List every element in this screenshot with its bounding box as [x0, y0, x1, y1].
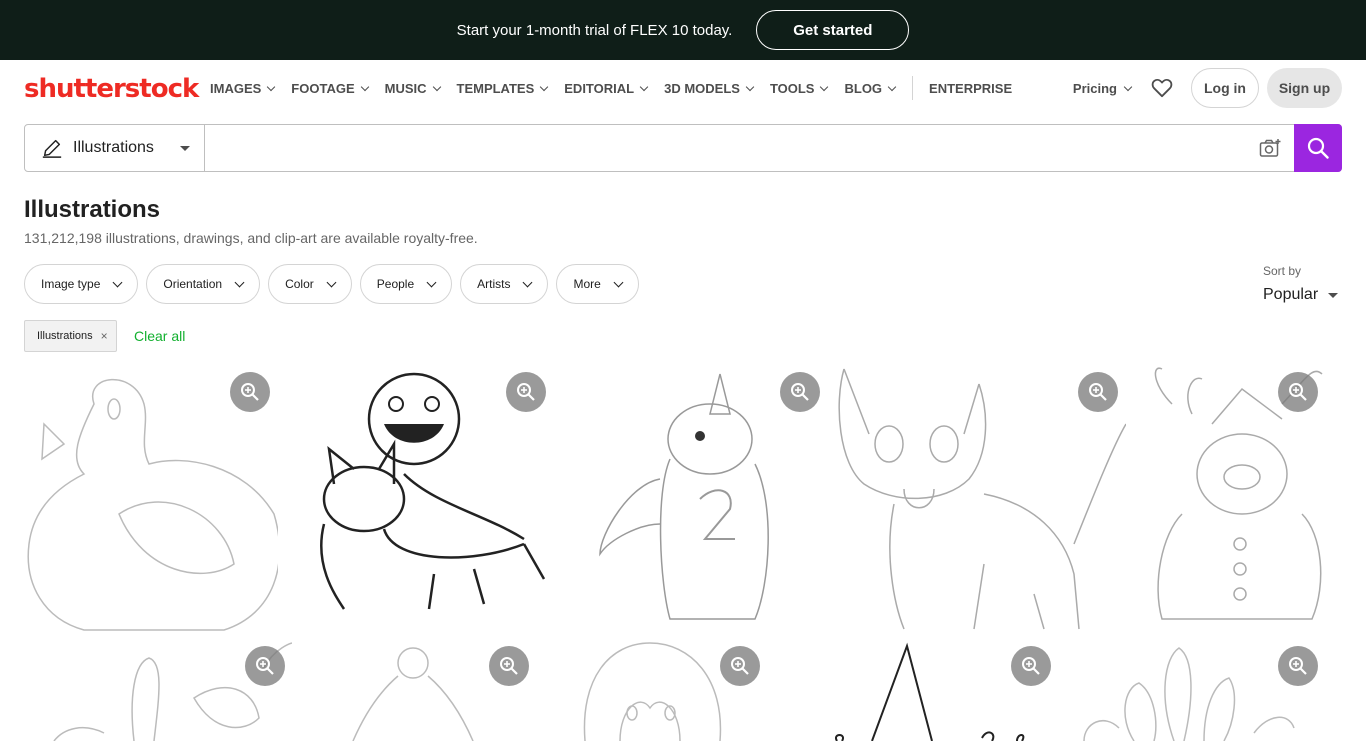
logo-text: shutterstock [24, 74, 199, 104]
nav-item-templates[interactable]: TEMPLATES [457, 81, 549, 96]
filter-orientation[interactable]: Orientation [146, 264, 261, 304]
search-type-select[interactable]: Illustrations [25, 125, 205, 171]
page-subtitle: 131,212,198 illustrations, drawings, and… [24, 230, 478, 246]
heart-icon[interactable] [1151, 78, 1173, 98]
zoom-icon[interactable] [1278, 646, 1318, 686]
filter-artists[interactable]: Artists [460, 264, 549, 304]
zoom-icon[interactable] [506, 372, 546, 412]
search-button[interactable] [1294, 124, 1342, 172]
filter-image-type[interactable]: Image type [24, 264, 139, 304]
pricing-menu[interactable]: Pricing [1073, 81, 1133, 96]
chevron-down-icon [523, 277, 533, 287]
nav-item-blog[interactable]: BLOG [844, 81, 897, 96]
chevron-down-icon [820, 82, 829, 91]
image-tile[interactable] [834, 364, 1126, 632]
main-nav: IMAGES FOOTAGE MUSIC TEMPLATES EDITORIAL… [210, 60, 1029, 116]
chevron-down-icon [326, 277, 337, 287]
chevron-down-icon [267, 82, 276, 91]
image-tile[interactable] [1132, 364, 1342, 632]
zoom-icon[interactable] [245, 646, 285, 686]
promo-text: Start your 1-month trial of FLEX 10 toda… [456, 21, 733, 39]
nav-item-editorial[interactable]: EDITORIAL [564, 81, 649, 96]
pen-icon [42, 139, 62, 158]
zoom-icon[interactable] [1278, 372, 1318, 412]
image-tile[interactable] [782, 638, 1058, 741]
signup-button[interactable]: Sign up [1267, 68, 1342, 108]
shutterstock-logo[interactable]: shutterstock [24, 74, 199, 104]
filter-more[interactable]: More [556, 264, 639, 304]
promo-banner: Start your 1-month trial of FLEX 10 toda… [0, 0, 1366, 60]
image-tile[interactable] [550, 638, 776, 741]
caret-down-icon [1328, 292, 1339, 298]
image-tile[interactable] [24, 638, 292, 741]
chevron-down-icon [112, 277, 123, 287]
image-tile[interactable] [1064, 638, 1342, 741]
chevron-down-icon [613, 277, 624, 287]
chevron-down-icon [1123, 82, 1133, 91]
search-by-image-button[interactable] [1246, 125, 1294, 171]
zoom-icon[interactable] [720, 646, 760, 686]
image-tile[interactable] [298, 638, 544, 741]
search-type-label: Illustrations [73, 139, 154, 156]
nav-item-footage[interactable]: FOOTAGE [291, 81, 369, 96]
chevron-down-icon [234, 277, 245, 287]
nav-item-tools[interactable]: TOOLS [770, 81, 829, 96]
nav-item-music[interactable]: MUSIC [385, 81, 441, 96]
chevron-down-icon [540, 82, 549, 91]
search-icon [1307, 137, 1329, 159]
search-bar: Illustrations [24, 124, 1342, 172]
filter-bar: Image type Orientation Color People Arti… [24, 264, 647, 304]
sort-label: Sort by [1263, 264, 1302, 278]
chevron-down-icon [639, 82, 649, 91]
camera-icon [1259, 139, 1281, 157]
chevron-down-icon [432, 82, 441, 91]
zoom-icon[interactable] [230, 372, 270, 412]
zoom-icon[interactable] [1078, 372, 1118, 412]
nav-item-3d-models[interactable]: 3D MODELS [664, 81, 755, 96]
nav-item-images[interactable]: IMAGES [210, 81, 276, 96]
nav-account: Pricing Log in Sign up [1073, 68, 1342, 108]
image-tile[interactable] [284, 364, 552, 632]
sort-select[interactable]: Popular [1263, 286, 1339, 304]
image-tile[interactable] [560, 364, 828, 632]
filter-people[interactable]: People [359, 264, 453, 304]
zoom-icon[interactable] [1011, 646, 1051, 686]
search-input[interactable] [205, 125, 1246, 171]
image-tile[interactable] [24, 364, 278, 632]
chevron-down-icon [745, 82, 755, 91]
active-filter-chip[interactable]: Illustrations × [24, 320, 117, 352]
zoom-icon[interactable] [489, 646, 529, 686]
close-icon[interactable]: × [101, 329, 108, 343]
filter-color[interactable]: Color [268, 264, 352, 304]
get-started-button[interactable]: Get started [756, 10, 910, 50]
chevron-down-icon [887, 82, 897, 91]
chevron-down-icon [360, 82, 369, 91]
caret-down-icon [180, 146, 190, 151]
login-button[interactable]: Log in [1191, 68, 1259, 108]
clear-all-link[interactable]: Clear all [134, 328, 185, 344]
page-title: Illustrations [24, 196, 161, 223]
nav-divider [912, 76, 914, 100]
chevron-down-icon [426, 277, 437, 287]
nav-item-enterprise[interactable]: ENTERPRISE [929, 81, 1012, 96]
zoom-icon[interactable] [780, 372, 820, 412]
